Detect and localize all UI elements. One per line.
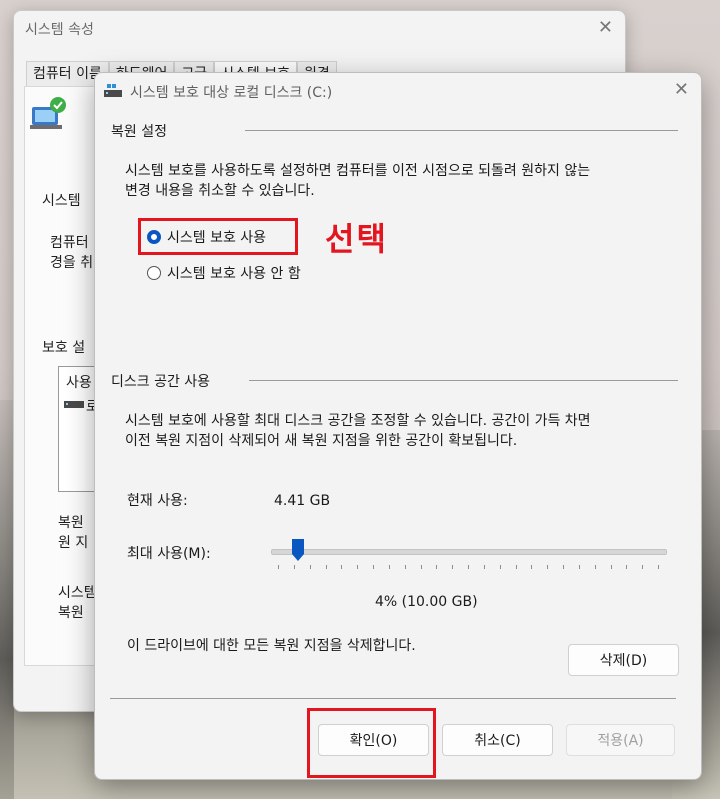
back-computer-line2: 경을 취 bbox=[50, 255, 94, 271]
annotation-label: 선택 bbox=[325, 220, 388, 258]
current-usage-value: 4.41 GB bbox=[274, 493, 331, 509]
slider-tick bbox=[563, 565, 564, 569]
max-usage-value: 4% (10.00 GB) bbox=[375, 594, 478, 610]
back-restore-line1: 복원 bbox=[58, 515, 84, 531]
highlight-box-ok bbox=[307, 708, 436, 778]
max-usage-slider-thumb[interactable] bbox=[291, 539, 304, 561]
slider-tick bbox=[293, 565, 295, 569]
cancel-button[interactable]: 취소(C) bbox=[442, 724, 553, 756]
slider-tick bbox=[483, 565, 485, 569]
back-system-label: 시스템 bbox=[42, 193, 81, 209]
back-system-line1: 시스템 bbox=[58, 585, 97, 601]
apply-button[interactable]: 적용(A) bbox=[566, 724, 675, 756]
radio-label: 시스템 보호 사용 안 함 bbox=[167, 266, 301, 282]
footer-divider bbox=[110, 698, 676, 699]
restore-description-line1: 시스템 보호를 사용하도록 설정하면 컴퓨터를 이전 시점으로 되돌려 원하지 … bbox=[125, 163, 591, 179]
slider-tick bbox=[610, 565, 612, 569]
section-divider bbox=[249, 380, 678, 381]
slider-tick bbox=[404, 565, 406, 569]
close-icon[interactable]: ✕ bbox=[598, 17, 613, 38]
slider-tick bbox=[388, 565, 390, 569]
slider-tick bbox=[642, 565, 644, 569]
slider-tick bbox=[278, 565, 279, 569]
window-title: 시스템 속성 bbox=[25, 22, 94, 38]
slider-tick bbox=[341, 565, 343, 569]
system-protection-icon bbox=[30, 97, 66, 129]
radio-disable-protection[interactable]: 시스템 보호 사용 안 함 bbox=[147, 263, 301, 283]
dialog-title: 시스템 보호 대상 로컬 디스크 (C:) bbox=[130, 85, 333, 101]
slider-tick bbox=[594, 565, 596, 569]
close-icon[interactable]: ✕ bbox=[674, 79, 689, 100]
delete-description: 이 드라이브에 대한 모든 복원 지점을 삭제합니다. bbox=[127, 638, 416, 654]
slider-tick bbox=[420, 565, 422, 569]
back-computer-line1: 컴퓨터 bbox=[50, 235, 89, 251]
slider-tick bbox=[309, 565, 311, 569]
highlight-box bbox=[138, 218, 298, 255]
disk-description-line2: 이전 복원 지점이 삭제되어 새 복원 지점을 위한 공간이 확보됩니다. bbox=[125, 433, 518, 449]
back-list-header: 사용 bbox=[66, 375, 92, 391]
radio-button[interactable] bbox=[147, 266, 161, 280]
slider-tick bbox=[658, 565, 659, 569]
max-usage-slider-track[interactable] bbox=[271, 549, 667, 555]
slider-tick bbox=[531, 565, 533, 569]
slider-tick bbox=[452, 565, 454, 569]
slider-tick bbox=[468, 565, 469, 569]
back-protection-settings: 보호 설 bbox=[42, 340, 86, 356]
desktop-wallpaper-strip-left bbox=[0, 400, 14, 799]
back-restore-line2: 원 지 bbox=[58, 535, 89, 551]
max-usage-label: 최대 사용(M): bbox=[127, 546, 211, 562]
restore-settings-heading: 복원 설정 bbox=[111, 124, 167, 140]
slider-tick bbox=[515, 565, 517, 569]
disk-space-heading: 디스크 공간 사용 bbox=[111, 374, 211, 390]
section-divider bbox=[245, 130, 678, 131]
drive-icon bbox=[64, 401, 84, 408]
slider-tick bbox=[325, 565, 327, 569]
slider-tick bbox=[578, 565, 580, 569]
restore-description-line2: 변경 내용을 취소할 수 있습니다. bbox=[125, 183, 315, 199]
back-system-line2: 복원 bbox=[58, 605, 84, 621]
slider-tick bbox=[436, 565, 438, 569]
slider-tick bbox=[373, 565, 374, 569]
drive-icon bbox=[104, 84, 122, 97]
delete-button[interactable]: 삭제(D) bbox=[568, 644, 679, 676]
current-usage-label: 현재 사용: bbox=[127, 493, 188, 509]
disk-description-line1: 시스템 보호에 사용할 최대 디스크 공간을 조정할 수 있습니다. 공간이 가… bbox=[125, 413, 591, 429]
slider-tick bbox=[547, 565, 549, 569]
slider-tick bbox=[499, 565, 501, 569]
dialog-titlebar[interactable]: 시스템 보호 대상 로컬 디스크 (C:) ✕ bbox=[95, 73, 701, 109]
slider-tick bbox=[357, 565, 359, 569]
slider-tick bbox=[626, 565, 628, 569]
